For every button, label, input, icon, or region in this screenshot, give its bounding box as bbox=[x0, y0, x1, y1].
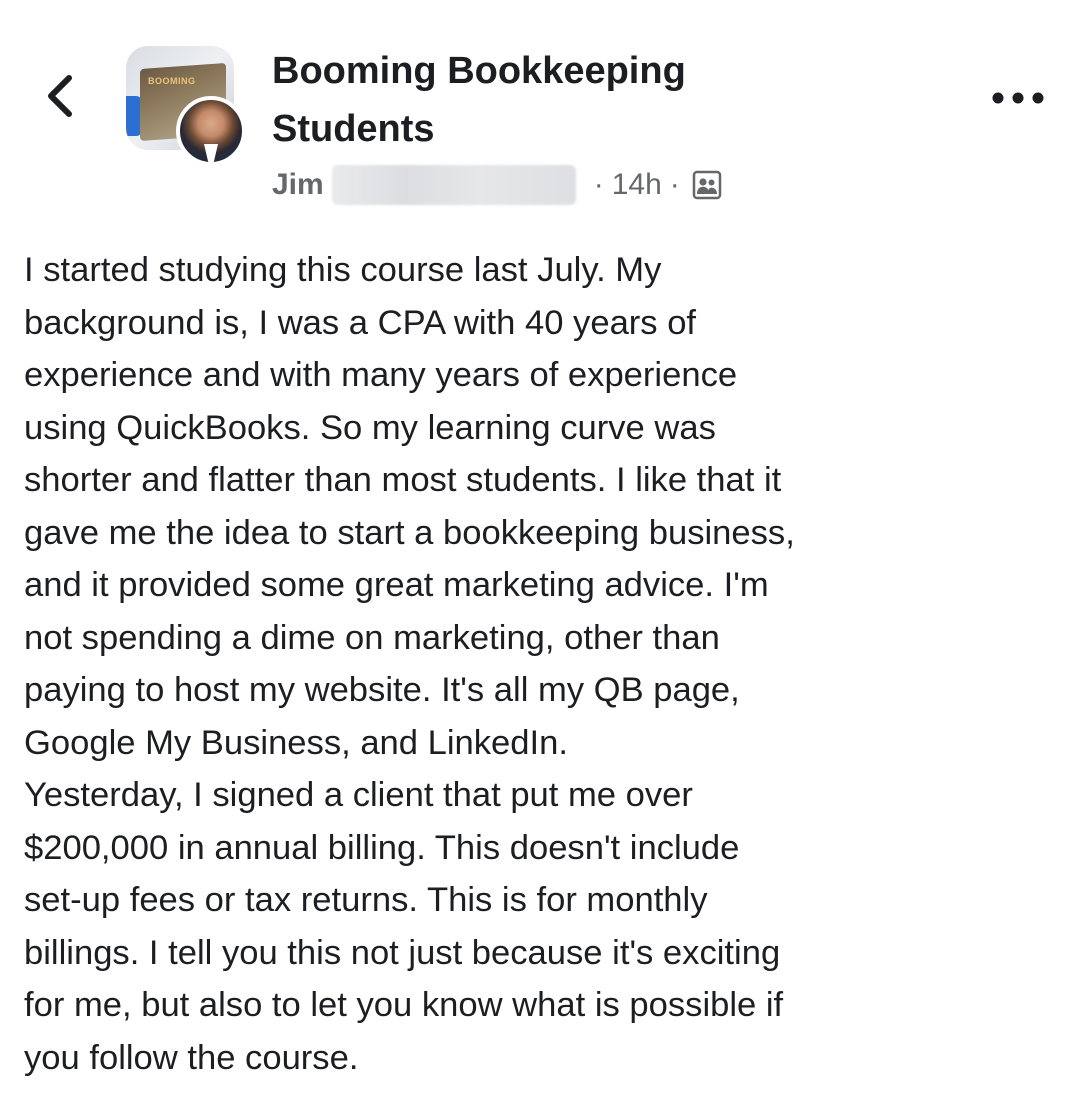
more-options-icon bbox=[992, 92, 1044, 104]
redacted-surname bbox=[331, 165, 576, 205]
meta-separator: · bbox=[593, 168, 604, 201]
author-avatar[interactable] bbox=[176, 96, 246, 166]
group-name-link[interactable]: Booming Bookkeeping Students bbox=[272, 42, 792, 158]
post-header: BOOMING Booming Bookkeeping Students Jim… bbox=[0, 0, 1066, 220]
post-meta: Jim · 14h · bbox=[272, 164, 724, 206]
back-button[interactable] bbox=[38, 70, 82, 122]
post-paragraph: Yesterday, I signed a client that put me… bbox=[24, 776, 784, 1077]
author-name-link[interactable]: Jim bbox=[272, 168, 324, 202]
meta-separator: · bbox=[669, 168, 680, 201]
avatar-shirt bbox=[204, 144, 218, 162]
post-text: I started studying this course last July… bbox=[24, 244, 1054, 1084]
post-paragraph: I started studying this course last July… bbox=[24, 251, 795, 762]
post-timestamp[interactable]: 14h bbox=[612, 168, 662, 202]
group-members-icon[interactable] bbox=[690, 168, 724, 202]
avatar-stack[interactable]: BOOMING bbox=[124, 44, 252, 166]
more-options-button[interactable] bbox=[988, 78, 1048, 118]
chevron-left-icon bbox=[48, 75, 72, 117]
avatar-book-title: BOOMING bbox=[148, 76, 196, 86]
